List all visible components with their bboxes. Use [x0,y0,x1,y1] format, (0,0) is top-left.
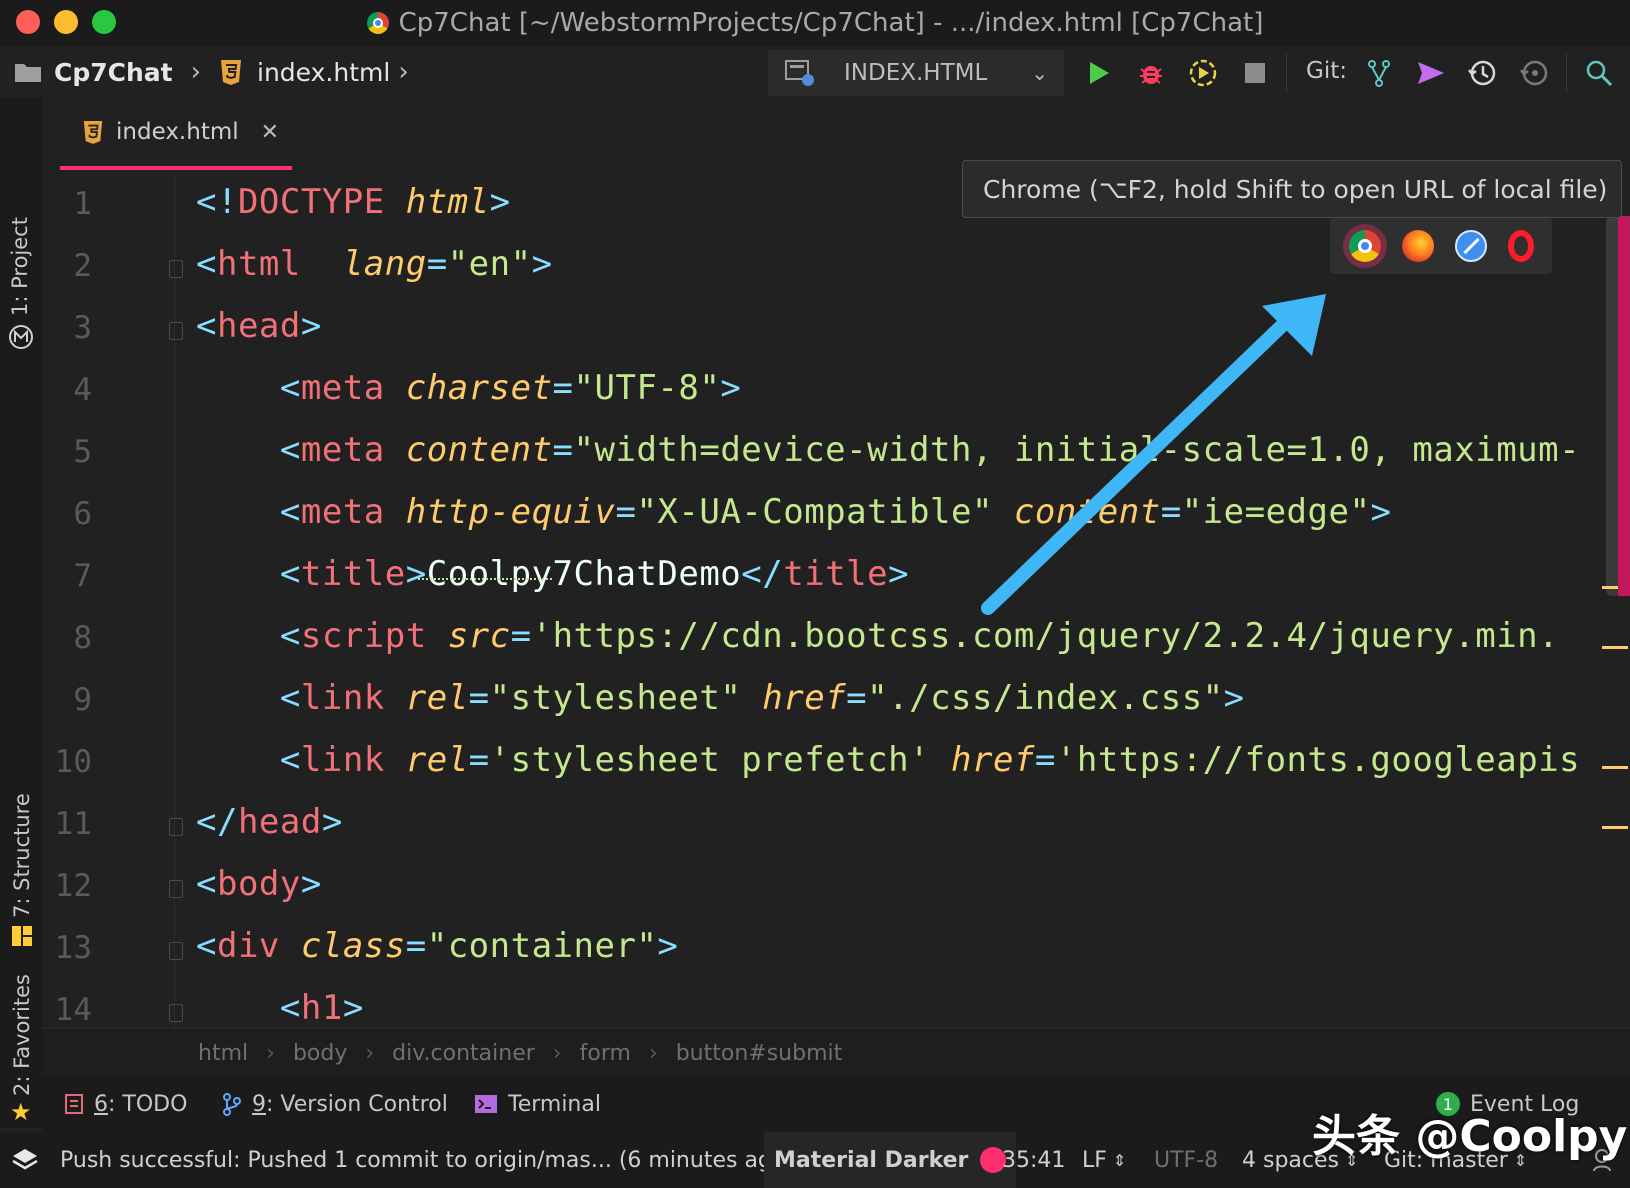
terminal-tool-button[interactable]: Terminal [474,1092,601,1117]
theme-switcher[interactable]: Material Darker [764,1132,1017,1188]
annotation-arrow [981,294,1326,615]
layers-icon [12,1149,38,1170]
caret-position[interactable]: 35:41 [1002,1132,1065,1188]
breadcrumb-item[interactable]: html [198,1041,248,1066]
chevron-right-icon: › [648,1040,658,1066]
watermark: 头条 @Coolpy [1312,1111,1628,1162]
breadcrumb-item[interactable]: button#submit [676,1041,843,1066]
status-message[interactable]: Push successful: Pushed 1 commit to orig… [60,1132,794,1188]
status-layers-button[interactable] [10,1132,40,1188]
chevron-right-icon: › [266,1040,275,1066]
breadcrumb-item[interactable]: div.container [392,1041,535,1066]
todo-label: : TODO [108,1091,188,1117]
line-separator-label: LF [1082,1147,1107,1173]
todo-mnemonic: 6 [94,1091,108,1117]
terminal-label: Terminal [508,1091,601,1117]
branch-icon [223,1093,241,1116]
todo-tool-button[interactable]: 6: TODO [64,1092,187,1117]
version-control-tool-button[interactable]: 9: Version Control [222,1092,448,1117]
breadcrumb-item[interactable]: body [293,1041,347,1066]
todo-icon [65,1094,83,1114]
chevron-right-icon: › [365,1040,375,1066]
updown-icon: ⇕ [1112,1150,1127,1170]
line-separator-select[interactable]: LF ⇕ [1082,1132,1126,1188]
breadcrumb-item[interactable]: form [580,1041,631,1066]
vcs-label: : Version Control [266,1091,448,1117]
editor-breadcrumbs: html › body › div.container › form › but… [42,1028,1630,1077]
vcs-mnemonic: 9 [252,1091,266,1117]
terminal-icon [475,1095,497,1113]
chevron-right-icon: › [552,1040,562,1066]
theme-label: Material Darker [774,1147,969,1173]
encoding-select[interactable]: UTF-8 [1154,1132,1218,1188]
